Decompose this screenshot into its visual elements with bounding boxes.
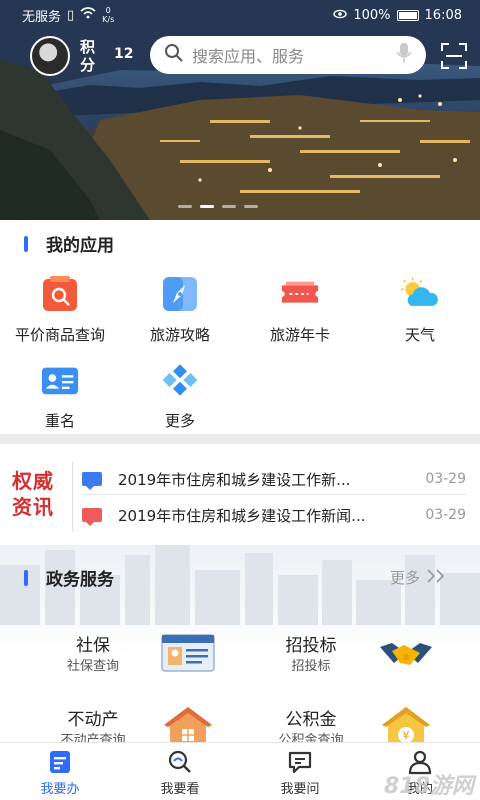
app-label: 更多	[164, 412, 195, 430]
house-icon	[158, 705, 218, 742]
eye-icon	[333, 8, 348, 23]
tab-label: 我要问	[280, 782, 320, 797]
gov-services-panel: 政务服务 更多 社保 社保查询 招投标 招投标 不动产 不动产查询 公积金 公积…	[0, 545, 480, 742]
service-name: 招投标	[285, 636, 337, 656]
gov-services-title: 政务服务	[46, 570, 114, 590]
double-chevron-right-icon	[426, 568, 448, 587]
service-social-security[interactable]: 社保 社保查询	[38, 631, 238, 701]
todo-icon	[47, 749, 73, 775]
net-speed: 0 K/s	[102, 6, 114, 24]
wifi-icon	[80, 7, 96, 23]
news-separator	[82, 494, 466, 495]
carousel-dot[interactable]	[244, 205, 258, 208]
news-tag-headline-icon	[82, 472, 102, 490]
app-price-search[interactable]: 平价商品查询	[0, 274, 120, 354]
search-input[interactable]: 搜索应用、服务	[150, 36, 426, 74]
carrier-text: 无服务	[22, 9, 62, 25]
chat-icon	[287, 749, 313, 775]
points-value[interactable]: 12	[114, 46, 133, 62]
app-label: 旅游年卡	[269, 326, 330, 344]
price-search-icon	[40, 274, 80, 314]
section-accent-bar	[24, 569, 28, 586]
status-bar: 无服务 ▯ 0 K/s 100% 16:08	[0, 0, 480, 30]
avatar[interactable]	[30, 36, 70, 76]
my-apps-header: 我的应用	[24, 231, 114, 256]
carousel-dot-active[interactable]	[200, 205, 214, 208]
battery-percent: 100%	[353, 7, 391, 23]
service-subtitle: 不动产查询	[60, 733, 126, 742]
carousel-dot[interactable]	[222, 205, 236, 208]
id-card-icon	[40, 360, 80, 400]
news-item[interactable]: 2019年市住房和城乡建设工作新... 03-29	[82, 462, 466, 496]
scan-icon[interactable]	[440, 42, 468, 70]
service-bidding[interactable]: 招投标 招投标	[256, 631, 456, 701]
sim-icon: ▯	[67, 7, 75, 23]
app-label: 平价商品查询	[14, 326, 105, 344]
news-date: 03-29	[425, 507, 466, 523]
app-weather[interactable]: 天气	[360, 274, 480, 354]
news-item[interactable]: 2019年市住房和城乡建设工作新闻... 03-29	[82, 498, 466, 532]
search-view-icon	[167, 749, 193, 775]
tab-ask[interactable]: 我要问	[240, 743, 360, 800]
compass-icon	[160, 274, 200, 314]
section-accent-bar	[24, 235, 28, 252]
news-title: 2019年市住房和城乡建设工作新...	[118, 470, 351, 489]
more-link[interactable]: 更多	[390, 567, 448, 588]
app-duplicate-name[interactable]: 重名	[0, 360, 120, 440]
tab-todo[interactable]: 我要办	[0, 743, 120, 800]
service-name: 不动产	[67, 710, 119, 730]
weather-icon	[400, 274, 440, 314]
city-night-photo	[0, 0, 480, 220]
carousel-dot[interactable]	[178, 205, 192, 208]
battery-icon	[396, 9, 419, 21]
app-label: 旅游攻略	[149, 326, 210, 344]
service-real-estate[interactable]: 不动产 不动产查询	[38, 705, 238, 742]
service-subtitle: 社保查询	[66, 659, 119, 674]
fund-house-icon: ¥	[376, 705, 436, 742]
more-label: 更多	[390, 569, 421, 587]
gov-services-header: 政务服务	[24, 565, 114, 590]
tab-view[interactable]: 我要看	[120, 743, 240, 800]
app-label: 天气	[404, 326, 435, 344]
service-subtitle: 招投标	[291, 659, 331, 674]
news-title: 2019年市住房和城乡建设工作新闻...	[118, 506, 366, 525]
hero-banner[interactable]: 无服务 ▯ 0 K/s 100% 16:08 积分 12 搜索应用、服务	[0, 0, 480, 220]
svg-text:¥: ¥	[403, 729, 410, 742]
app-more[interactable]: 更多	[120, 360, 240, 440]
net-speed-unit: K/s	[102, 15, 115, 24]
watermark: 818游网	[384, 774, 474, 799]
handshake-icon	[376, 631, 436, 679]
news-divider	[72, 462, 73, 532]
section-divider	[0, 434, 480, 444]
carousel-indicator	[178, 205, 258, 208]
more-apps-icon	[160, 360, 200, 400]
service-name: 公积金	[285, 710, 337, 730]
my-apps-title: 我的应用	[46, 236, 114, 256]
top-bar: 积分 12 搜索应用、服务	[0, 36, 480, 76]
tab-label: 我要看	[160, 782, 200, 797]
points-label: 积分	[80, 38, 96, 74]
microphone-icon[interactable]	[396, 42, 412, 68]
service-subtitle: 公积金查询	[278, 733, 344, 742]
news-tag-hot-icon	[82, 508, 102, 526]
news-date: 03-29	[425, 471, 466, 487]
app-travel-card[interactable]: 旅游年卡	[240, 274, 360, 354]
social-security-card-icon	[158, 631, 218, 679]
service-name: 社保	[76, 636, 110, 656]
news-brand-logo: 权威资讯	[12, 469, 54, 519]
clock: 16:08	[424, 7, 462, 23]
app-travel-guide[interactable]: 旅游攻略	[120, 274, 240, 354]
search-icon	[164, 43, 184, 67]
search-placeholder: 搜索应用、服务	[192, 47, 305, 66]
net-speed-value: 0	[105, 6, 111, 15]
service-housing-fund[interactable]: 公积金 公积金查询 ¥	[256, 705, 456, 742]
ticket-icon	[280, 274, 320, 314]
tab-label: 我要办	[40, 782, 80, 797]
my-apps-grid: 平价商品查询 旅游攻略 旅游年卡 天气 重名 更多	[0, 268, 480, 430]
app-label: 重名	[44, 412, 75, 430]
news-panel: 权威资讯 2019年市住房和城乡建设工作新... 03-29 2019年市住房和…	[0, 450, 480, 545]
